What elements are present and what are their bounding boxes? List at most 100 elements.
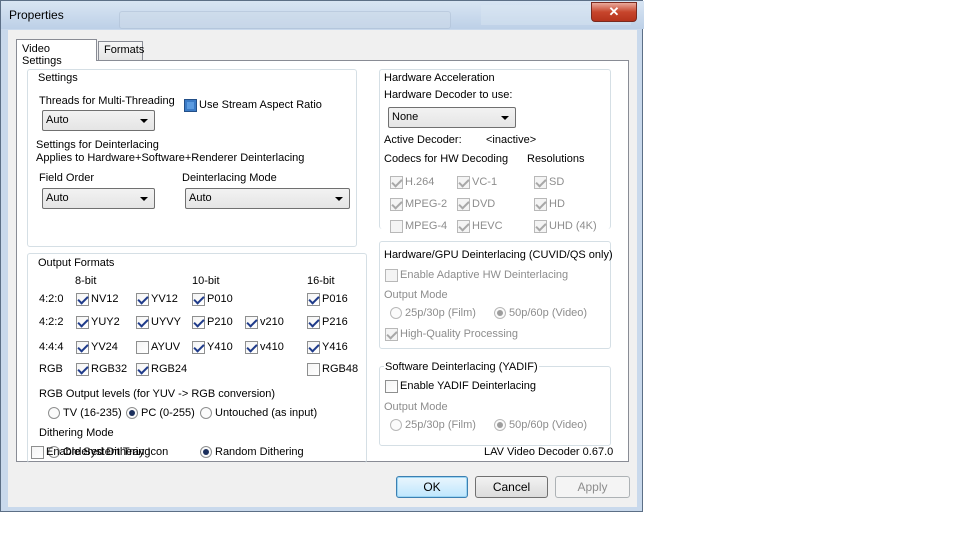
col-16bit: 16-bit bbox=[307, 275, 335, 287]
adaptive-hw-deint-checkbox[interactable] bbox=[385, 269, 398, 282]
tv-range-label: TV (16-235) bbox=[63, 407, 122, 419]
row-420-label: 4:2:0 bbox=[39, 293, 64, 305]
threads-dropdown[interactable]: Auto bbox=[42, 110, 155, 131]
ayuv-checkbox[interactable] bbox=[136, 341, 149, 354]
pc-range-label: PC (0-255) bbox=[141, 407, 195, 419]
yadif-output-mode-label: Output Mode bbox=[384, 401, 448, 413]
sd-checkbox[interactable] bbox=[534, 176, 547, 189]
uyvy-label: UYVY bbox=[151, 316, 181, 328]
active-decoder-label: Active Decoder: bbox=[384, 134, 462, 146]
yadif-film-label: 25p/30p (Film) bbox=[405, 419, 476, 431]
cancel-button[interactable]: Cancel bbox=[475, 476, 548, 498]
yuy2-checkbox[interactable] bbox=[76, 316, 89, 329]
random-dithering-radio[interactable] bbox=[200, 446, 212, 458]
v210-checkbox[interactable] bbox=[245, 316, 258, 329]
rgb24-checkbox[interactable] bbox=[136, 363, 149, 376]
hw-decoder-dropdown[interactable]: None bbox=[388, 107, 516, 128]
p216-label: P216 bbox=[322, 316, 348, 328]
hq-processing-checkbox[interactable] bbox=[385, 328, 398, 341]
nv12-checkbox[interactable] bbox=[76, 293, 89, 306]
close-icon[interactable]: ✕ bbox=[591, 2, 637, 22]
rgb-levels-label: RGB Output levels (for YUV -> RGB conver… bbox=[39, 388, 276, 400]
p210-checkbox[interactable] bbox=[192, 316, 205, 329]
rgb48-label: RGB48 bbox=[322, 363, 359, 375]
ayuv-label: AYUV bbox=[151, 341, 181, 353]
field-order-dropdown[interactable]: Auto bbox=[42, 188, 155, 209]
yadif-title: Software Deinterlacing (YADIF) bbox=[384, 361, 539, 373]
vc1-checkbox[interactable] bbox=[457, 176, 470, 189]
chevron-down-icon bbox=[335, 197, 343, 201]
field-order-label: Field Order bbox=[39, 172, 95, 184]
hevc-checkbox[interactable] bbox=[457, 220, 470, 233]
tab-video-settings[interactable]: Video Settings bbox=[16, 39, 97, 67]
p210-label: P210 bbox=[207, 316, 233, 328]
gpu-film-radio[interactable] bbox=[390, 307, 402, 319]
apply-button[interactable]: Apply bbox=[555, 476, 630, 498]
dithering-label: Dithering Mode bbox=[39, 427, 114, 439]
deint-settings-title: Settings for Deinterlacing bbox=[36, 139, 159, 151]
gpu-deint-title: Hardware/GPU Deinterlacing (CUVID/QS onl… bbox=[384, 249, 613, 261]
y416-checkbox[interactable] bbox=[307, 341, 320, 354]
chevron-down-icon bbox=[140, 197, 148, 201]
col-8bit: 8-bit bbox=[75, 275, 97, 287]
v410-checkbox[interactable] bbox=[245, 341, 258, 354]
yadif-enable-label: Enable YADIF Deinterlacing bbox=[400, 380, 536, 392]
p216-checkbox[interactable] bbox=[307, 316, 320, 329]
ok-button[interactable]: OK bbox=[396, 476, 468, 498]
chevron-down-icon bbox=[501, 116, 509, 120]
yadif-video-label: 50p/60p (Video) bbox=[509, 419, 588, 431]
hd-checkbox[interactable] bbox=[534, 198, 547, 211]
background-window-blur bbox=[119, 11, 451, 29]
uhd-checkbox[interactable] bbox=[534, 220, 547, 233]
pc-range-radio[interactable] bbox=[126, 407, 138, 419]
yv12-label: YV12 bbox=[151, 293, 178, 305]
p016-checkbox[interactable] bbox=[307, 293, 320, 306]
rgb48-checkbox[interactable] bbox=[307, 363, 320, 376]
yv24-checkbox[interactable] bbox=[76, 341, 89, 354]
uyvy-checkbox[interactable] bbox=[136, 316, 149, 329]
deint-mode-label: Deinterlacing Mode bbox=[182, 172, 277, 184]
untouched-radio[interactable] bbox=[200, 407, 212, 419]
tab-formats[interactable]: Formats bbox=[98, 41, 144, 61]
field-order-value: Auto bbox=[46, 192, 69, 204]
hd-label: HD bbox=[549, 198, 565, 210]
deint-mode-dropdown[interactable]: Auto bbox=[185, 188, 350, 209]
y410-label: Y410 bbox=[207, 341, 233, 353]
mpeg2-checkbox[interactable] bbox=[390, 198, 403, 211]
resolutions-label: Resolutions bbox=[527, 153, 585, 165]
p010-checkbox[interactable] bbox=[192, 293, 205, 306]
output-formats-title: Output Formats bbox=[38, 257, 115, 269]
yadif-video-radio[interactable] bbox=[494, 419, 506, 431]
v210-label: v210 bbox=[260, 316, 284, 328]
chevron-down-icon bbox=[140, 119, 148, 123]
h264-checkbox[interactable] bbox=[390, 176, 403, 189]
row-444-label: 4:4:4 bbox=[39, 341, 64, 353]
mpeg4-checkbox[interactable] bbox=[390, 220, 403, 233]
v410-label: v410 bbox=[260, 341, 284, 353]
sd-label: SD bbox=[549, 176, 565, 188]
hq-processing-label: High-Quality Processing bbox=[400, 328, 518, 340]
hevc-label: HEVC bbox=[472, 220, 503, 232]
system-tray-checkbox[interactable] bbox=[31, 446, 44, 459]
active-decoder-value: <inactive> bbox=[486, 134, 537, 146]
dvd-label: DVD bbox=[472, 198, 496, 210]
gpu-output-mode-label: Output Mode bbox=[384, 289, 448, 301]
row-422-label: 4:2:2 bbox=[39, 316, 64, 328]
uhd-label: UHD (4K) bbox=[549, 220, 597, 232]
y410-checkbox[interactable] bbox=[192, 341, 205, 354]
hw-decoder-value: None bbox=[392, 111, 419, 123]
dvd-checkbox[interactable] bbox=[457, 198, 470, 211]
rgb32-checkbox[interactable] bbox=[76, 363, 89, 376]
stream-aspect-label: Use Stream Aspect Ratio bbox=[199, 99, 322, 111]
gpu-video-radio[interactable] bbox=[494, 307, 506, 319]
yadif-enable-checkbox[interactable] bbox=[385, 380, 398, 393]
yadif-film-radio[interactable] bbox=[390, 419, 402, 431]
yv12-checkbox[interactable] bbox=[136, 293, 149, 306]
tab-panel: Settings Threads for Multi-Threading Aut… bbox=[16, 60, 629, 463]
nv12-label: NV12 bbox=[91, 293, 119, 305]
stream-aspect-checkbox[interactable] bbox=[184, 99, 197, 112]
vc1-label: VC-1 bbox=[472, 176, 498, 188]
tv-range-radio[interactable] bbox=[48, 407, 60, 419]
hw-decoder-label: Hardware Decoder to use: bbox=[384, 89, 513, 101]
row-rgb-label: RGB bbox=[39, 363, 63, 375]
